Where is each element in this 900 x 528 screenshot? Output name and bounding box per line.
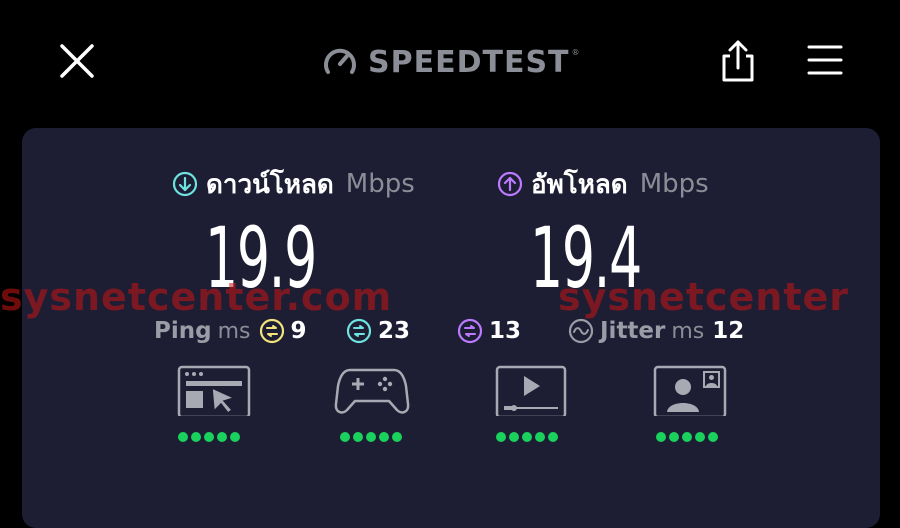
video-call-icon — [653, 365, 727, 416]
rating-dot — [178, 432, 188, 442]
rating-dot — [379, 432, 389, 442]
ping-download: 23 — [346, 314, 410, 348]
upload-header: อัพโหลด Mbps — [497, 164, 709, 204]
rating-dot — [217, 432, 227, 442]
video-player-icon — [495, 365, 567, 416]
web-browsing-rating — [178, 432, 240, 442]
rating-dot — [548, 432, 558, 442]
jitter: Jitter ms 12 — [568, 314, 744, 348]
rating-dot — [682, 432, 692, 442]
close-icon — [60, 44, 94, 78]
rating-dot — [340, 432, 350, 442]
rating-dot — [496, 432, 506, 442]
rating-dot — [522, 432, 532, 442]
experience-video-streaming[interactable] — [494, 360, 574, 442]
rating-dot — [669, 432, 679, 442]
jitter-wave-icon — [568, 318, 594, 344]
upload-arrow-icon — [497, 171, 523, 197]
download-section: ดาวน์โหลด Mbps — [172, 164, 415, 204]
rating-dot — [695, 432, 705, 442]
logo-text: SPEEDTEST — [368, 44, 570, 80]
upload-unit: Mbps — [639, 169, 709, 199]
share-button[interactable] — [718, 38, 758, 84]
rating-dot — [191, 432, 201, 442]
jitter-value: 12 — [712, 318, 745, 344]
ping-idle-icon — [259, 318, 284, 344]
gamepad-icon — [334, 368, 410, 414]
download-unit: Mbps — [345, 169, 415, 199]
upload-label: อัพโหลด — [531, 169, 628, 200]
jitter-unit: ms — [671, 318, 705, 344]
upload-value: 19.4 — [530, 209, 642, 307]
ping-upload: 13 — [457, 314, 521, 348]
video-streaming-rating — [496, 432, 558, 442]
speedometer-icon — [324, 48, 356, 74]
ping-download-icon — [346, 318, 372, 344]
experience-video-chat[interactable] — [652, 360, 732, 442]
ping-idle-value: 9 — [290, 318, 307, 344]
download-label: ดาวน์โหลด — [206, 169, 334, 200]
rating-dot — [353, 432, 363, 442]
video-chat-rating — [656, 432, 718, 442]
share-icon — [722, 40, 754, 82]
experience-gaming[interactable] — [334, 360, 414, 442]
browser-cursor-icon — [177, 365, 251, 416]
ping-upload-icon — [457, 318, 483, 344]
ping-label: Ping — [154, 318, 212, 344]
rating-dot — [366, 432, 376, 442]
ping-unit: ms — [217, 318, 251, 344]
rating-dot — [230, 432, 240, 442]
close-button[interactable] — [56, 40, 98, 82]
ping-download-value: 23 — [378, 318, 411, 344]
hamburger-menu-icon — [807, 45, 843, 75]
experience-row — [0, 360, 900, 450]
rating-dot — [509, 432, 519, 442]
rating-dot — [392, 432, 402, 442]
rating-dot — [708, 432, 718, 442]
speedtest-logo: SPEEDTEST ® — [322, 44, 580, 80]
ping-upload-value: 13 — [489, 318, 522, 344]
upload-section: อัพโหลด Mbps — [497, 164, 709, 204]
experience-web-browsing[interactable] — [176, 360, 256, 442]
top-bar: SPEEDTEST ® — [0, 0, 900, 120]
rating-dot — [535, 432, 545, 442]
gaming-rating — [340, 432, 402, 442]
rating-dot — [656, 432, 666, 442]
rating-dot — [204, 432, 214, 442]
jitter-label: Jitter — [600, 318, 666, 344]
download-header: ดาวน์โหลด Mbps — [172, 164, 415, 204]
menu-button[interactable] — [805, 42, 845, 78]
ping-idle: Ping ms 9 — [154, 314, 307, 348]
registered-mark: ® — [571, 48, 580, 57]
download-value: 19.9 — [205, 209, 317, 307]
latency-row: Ping ms 9 23 13 Jitter ms 12 — [0, 314, 900, 348]
download-arrow-icon — [172, 171, 198, 197]
